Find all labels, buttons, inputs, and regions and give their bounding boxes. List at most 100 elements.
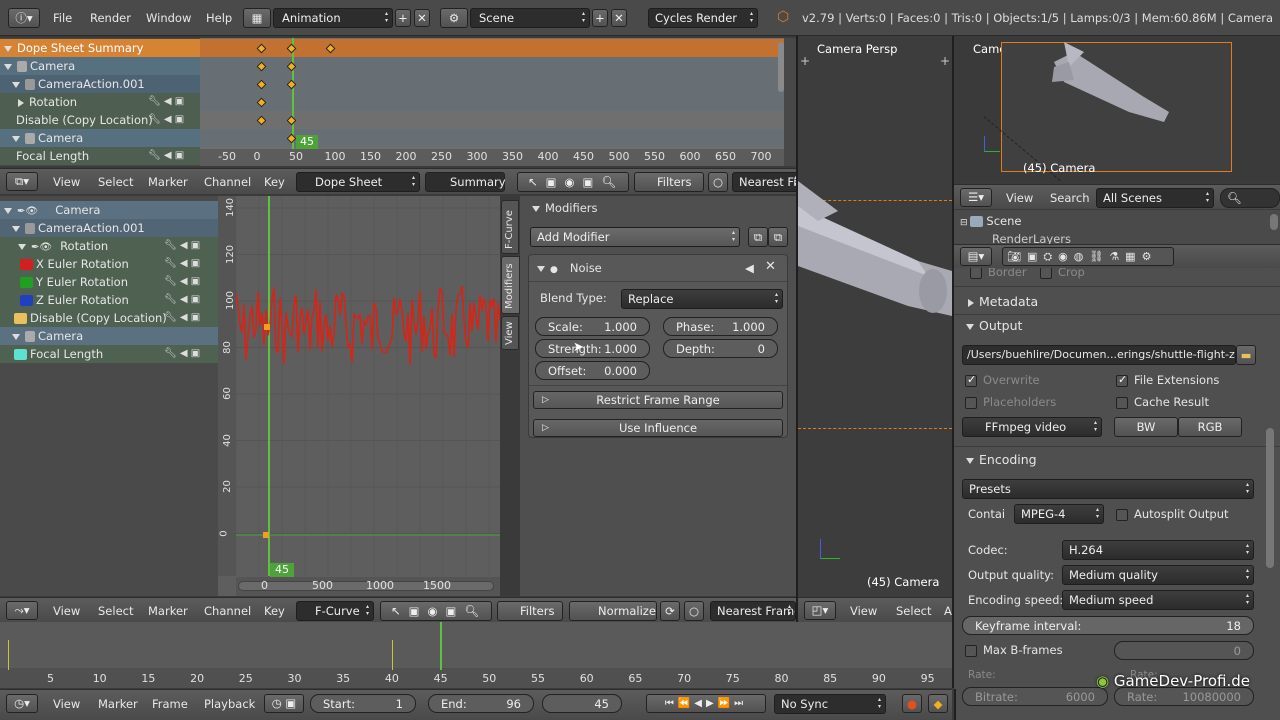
vp-menu-view[interactable]: View [850,601,877,621]
ge-menu-marker[interactable]: Marker [148,601,188,621]
restrict-frame-range[interactable]: ▷ Restrict Frame Range [533,391,783,409]
graph-keyframe[interactable] [264,324,270,330]
properties-context-tabs[interactable]: 📷︎▣⛭◉◍⛓⚗▦⚙ [1002,247,1174,266]
ge-menu-channel[interactable]: Channel [204,601,251,621]
x-eye-icon[interactable] [20,259,33,270]
autosplit-checkbox[interactable]: Autosplit Output [1116,507,1229,521]
wrench-icon[interactable]: 🔧︎ ◀ ▣ [164,312,200,323]
delete-modifier-icon[interactable]: ✕ [765,259,776,274]
ge-menu-select[interactable]: Select [98,601,133,621]
ge-menu-key[interactable]: Key [264,601,285,621]
outliner-display-select[interactable]: All Scenes [1096,188,1214,208]
tab-fcurve[interactable]: F-Curve [501,200,519,254]
start-frame-field[interactable]: Start: 1 [310,694,416,713]
timeline-lock-button[interactable]: ◷ ▣ [264,694,304,713]
timeline-editor-type[interactable]: ◷▾ [6,694,38,713]
viewport-3d[interactable]: Camera Persp + + (45) Camera [798,36,952,598]
tl-menu-playback[interactable]: Playback [204,694,255,714]
layout-icon[interactable]: ▦ [243,8,271,28]
tl-menu-frame[interactable]: Frame [152,694,188,714]
placeholders-checkbox[interactable]: Placeholders [965,395,1056,409]
scene-remove-button[interactable]: ✕ [611,9,627,27]
keyframe[interactable] [256,115,267,126]
ds-menu-key[interactable]: Key [264,172,285,192]
graph-keyframe[interactable] [263,532,269,538]
mute-icon[interactable]: ◀︎ [745,261,754,275]
use-influence[interactable]: ▷ Use Influence [533,419,783,437]
ds-menu-channel[interactable]: Channel [204,172,251,192]
channel-camera-data[interactable]: Camera [0,129,200,147]
refresh-button[interactable]: ⟳ [660,601,680,621]
ds-menu-view[interactable]: View [53,172,80,192]
paste-modifier-button[interactable]: ⧉ [768,227,788,247]
outliner-scroll[interactable] [1270,214,1278,230]
phase-field[interactable]: Phase: 1.000 [663,317,778,336]
graph-channel-action[interactable]: CameraAction.001 [0,219,218,237]
shuttle-model[interactable] [798,166,952,336]
vp-menu-add[interactable]: A [944,601,952,621]
keying-button[interactable]: ◆ [928,694,948,713]
end-frame-field[interactable]: End: 96 [428,694,534,713]
menu-file[interactable]: File [53,8,72,28]
tl-menu-marker[interactable]: Marker [98,694,138,714]
noise-curve[interactable] [231,285,500,365]
output-panel-header[interactable]: Output [966,318,1022,333]
bw-button[interactable]: BW [1114,417,1178,437]
graph-channel-camera[interactable]: ✒👁︎ Camera [0,201,218,219]
presets-select[interactable]: Presets [962,479,1254,499]
normalize-toggle[interactable]: Normalize [569,601,657,621]
viewport-editor-type[interactable]: ◰▾ [804,601,836,620]
scale-field[interactable]: Scale: 1.000 [535,317,650,336]
dopesheet-area[interactable]: 45 -50 0 50 100 150 200 250 300 350 400 450 500 550 6… [200,38,784,166]
copy-modifier-button[interactable]: ⧉ [748,227,768,247]
wrench-icon[interactable]: 🔧︎ ◀ ▣ [164,258,200,269]
ge-select-tools[interactable]: ↖▣◉▣🔍︎ [380,601,492,621]
editor-type-button[interactable]: ⧉▾ [6,172,38,191]
outliner-search-input[interactable]: 🔍︎ [1220,188,1280,208]
layout-select[interactable]: Animation [273,8,393,28]
channel-summary[interactable]: Dope Sheet Summary [0,39,200,57]
graph-area[interactable]: 140 120 100 80 60 40 20 0 45 0 500 1000 1500 [218,196,500,596]
menu-render[interactable]: Render [90,8,131,28]
file-extensions-checkbox[interactable]: File Extensions [1116,373,1219,387]
blend-type-select[interactable]: Replace [621,289,783,309]
vp-menu-select[interactable]: Select [896,601,931,621]
rgb-button[interactable]: RGB [1178,417,1242,437]
max-bframes-field[interactable]: 0 [1114,641,1254,660]
tab-modifiers[interactable]: Modifiers [501,256,520,314]
ds-mode-select[interactable]: Dope Sheet [296,172,420,192]
wrench-icon[interactable]: 🔧︎ ◀ ▣ [164,276,200,287]
ge-menu-view[interactable]: View [53,601,80,621]
keyframe[interactable] [286,115,297,126]
wrench-icon[interactable]: 🔧︎ ◀ ▣ [148,150,184,161]
properties-scroll[interactable] [1266,428,1274,568]
ds-snap-select[interactable]: Nearest Fra [732,172,802,192]
outliner-menu-view[interactable]: View [1006,188,1033,208]
outliner-scene-row[interactable]: ⊟ Scene [954,212,1280,230]
scene-select[interactable]: Scene [470,8,590,28]
timeline-playhead[interactable] [440,622,442,670]
border-checkbox[interactable]: Border [970,268,1027,279]
encoding-panel-header[interactable]: Encoding [966,452,1037,467]
playhead-line[interactable] [292,38,294,166]
select-tools[interactable]: ↖▣◉▣🔍︎ [517,172,629,192]
graph-svg[interactable] [218,196,500,596]
offset-field[interactable]: Offset: 0.000 [535,361,650,380]
ge-filters-button[interactable]: Filters [497,601,563,621]
outliner-editor-type[interactable]: ☰▾ [960,188,992,207]
menu-help[interactable]: Help [206,8,232,28]
ds-snap-toggle[interactable]: ○ [708,172,728,192]
output-path-input[interactable]: /Users/buehlire/Documen...erings/shuttle… [962,345,1236,365]
channel-action[interactable]: CameraAction.001 [0,75,200,93]
tl-menu-view[interactable]: View [53,694,80,714]
quality-select[interactable]: Medium quality [1062,565,1254,585]
layout-remove-button[interactable]: ✕ [414,9,430,27]
wrench-icon[interactable]: 🔧︎ ◀ ▣ [164,240,200,251]
outliner-renderlayers-row[interactable]: RenderLayers [954,230,1280,244]
cache-result-checkbox[interactable]: Cache Result [1116,395,1209,409]
container-select[interactable]: MPEG-4 [1014,504,1104,524]
ds-menu-marker[interactable]: Marker [148,172,188,192]
wrench-icon[interactable]: 🔧︎ ◀ ▣ [164,294,200,305]
crop-checkbox[interactable]: Crop [1040,268,1085,279]
depth-field[interactable]: Depth: 0 [663,339,778,358]
